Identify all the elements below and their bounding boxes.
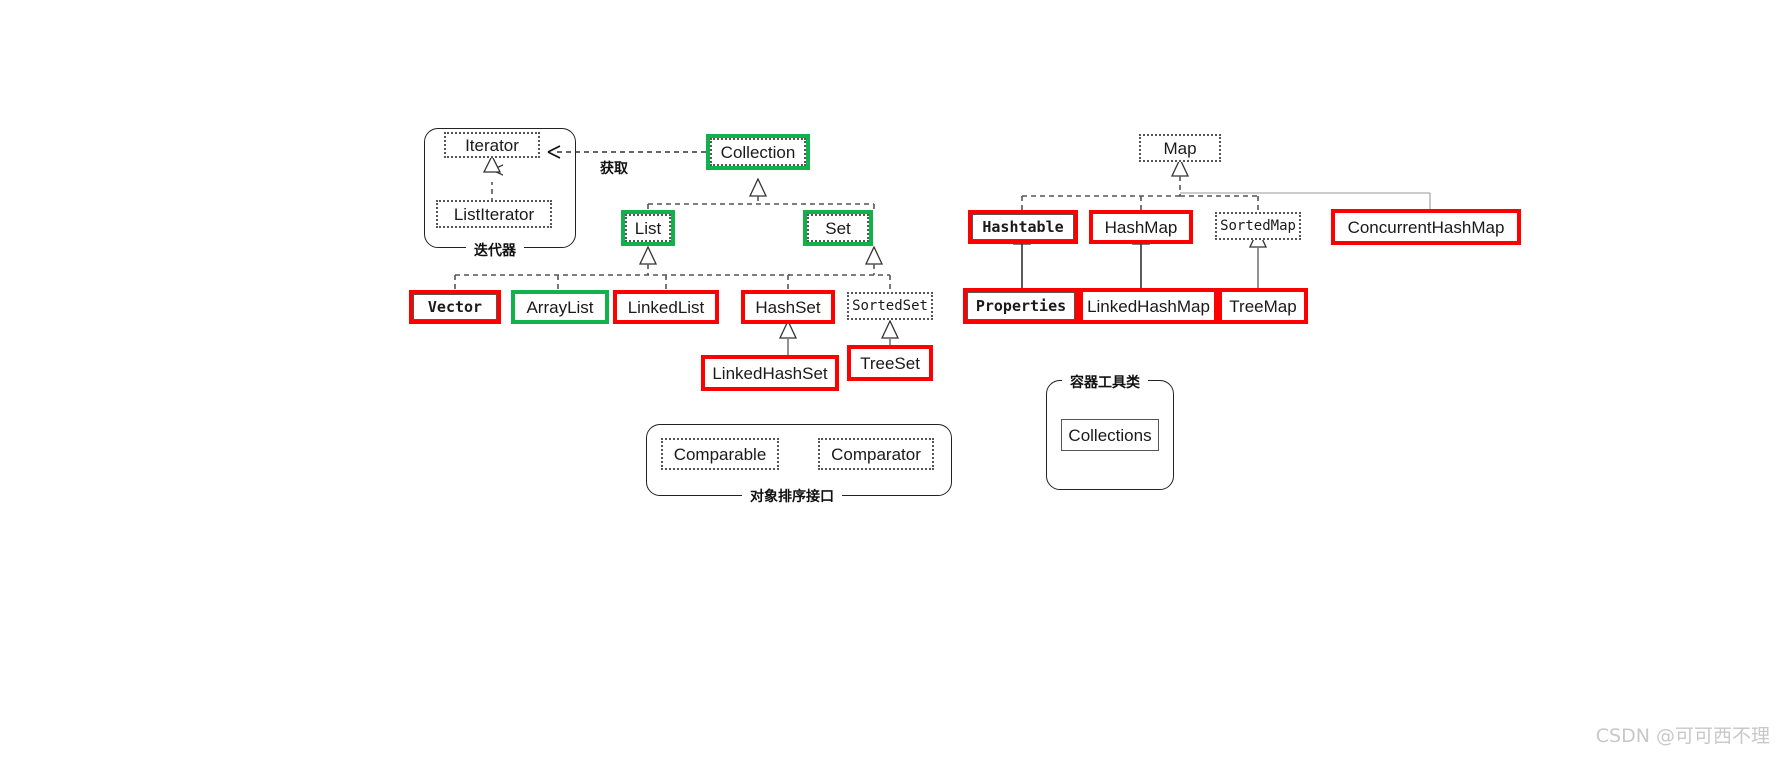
watermark: CSDN @可可西不理 [1595,725,1770,747]
node-vector[interactable]: Vector [409,290,501,324]
node-listiterator[interactable]: ListIterator [436,200,552,228]
node-linkedlist[interactable]: LinkedList [613,290,719,324]
node-sortedset[interactable]: SortedSet [847,292,933,320]
edge-label-obtain: 获取 [600,161,628,177]
diagram-canvas: 迭代器 对象排序接口 容器工具类 获取 Iterator ListIterato… [0,0,1792,766]
node-set-label: Set [807,214,869,242]
node-treemap[interactable]: TreeMap [1218,288,1308,324]
node-treeset[interactable]: TreeSet [847,345,933,381]
node-iterator-label: Iterator [444,132,540,158]
node-comparable-label: Comparable [661,438,779,470]
node-collection[interactable]: Collection [706,134,810,170]
node-sortedmap[interactable]: SortedMap [1215,212,1301,240]
node-sortedset-label: SortedSet [847,292,933,320]
node-linkedhashset-label: LinkedHashSet [705,359,835,387]
node-collection-label: Collection [710,138,806,166]
node-treeset-label: TreeSet [851,349,929,377]
edge-linkedhashset-to-hashset [778,319,798,355]
node-comparator-label: Comparator [818,438,934,470]
node-list[interactable]: List [621,210,675,246]
node-linkedhashmap-label: LinkedHashMap [1083,292,1214,320]
node-collections-label: Collections [1061,419,1159,451]
edge-collection-children-bus [647,177,875,211]
node-linkedlist-label: LinkedList [617,294,715,320]
node-hashset-label: HashSet [745,294,831,320]
node-concurrenthashmap[interactable]: ConcurrentHashMap [1331,209,1521,245]
node-hashtable-label: Hashtable [972,214,1074,240]
node-map-label: Map [1139,134,1221,162]
node-arraylist-label: ArrayList [515,294,605,320]
node-linkedhashset[interactable]: LinkedHashSet [701,355,839,391]
node-treemap-label: TreeMap [1222,292,1304,320]
node-linkedhashmap[interactable]: LinkedHashMap [1079,288,1218,324]
node-comparator[interactable]: Comparator [818,438,934,470]
node-listiterator-label: ListIterator [436,200,552,228]
group-object-sorting-label: 对象排序接口 [742,486,842,506]
node-list-label: List [625,214,671,242]
node-arraylist[interactable]: ArrayList [511,290,609,324]
node-sortedmap-label: SortedMap [1215,212,1301,240]
node-properties-label: Properties [967,292,1075,320]
node-collections[interactable]: Collections [1061,419,1159,451]
connector-layer [454,145,1431,355]
node-vector-label: Vector [413,294,497,320]
node-iterator[interactable]: Iterator [444,132,540,158]
node-properties[interactable]: Properties [963,288,1079,324]
node-hashtable[interactable]: Hashtable [968,210,1078,244]
group-collections-utility-label: 容器工具类 [1062,372,1148,392]
edge-treeset-to-sortedset [880,319,900,345]
group-iterator-label: 迭代器 [466,240,524,260]
node-map[interactable]: Map [1139,134,1221,162]
node-concurrenthashmap-label: ConcurrentHashMap [1335,213,1517,241]
edge-map-children-bus [1021,157,1431,211]
node-hashset[interactable]: HashSet [741,290,835,324]
node-hashmap[interactable]: HashMap [1089,210,1193,244]
node-hashmap-label: HashMap [1093,214,1189,240]
node-set[interactable]: Set [803,210,873,246]
edge-set-children-bus [787,245,891,291]
node-comparable[interactable]: Comparable [661,438,779,470]
